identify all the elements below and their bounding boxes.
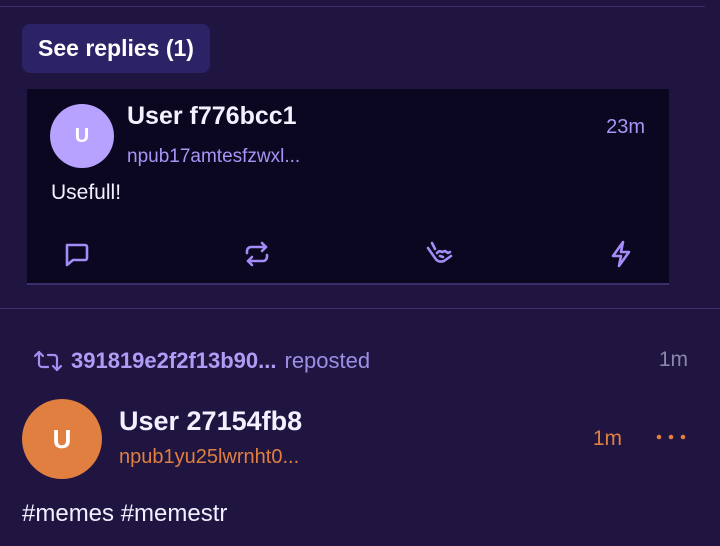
- divider: [0, 308, 720, 309]
- post-content: #memes #memestr: [22, 500, 228, 527]
- feed-page: See replies (1) U User f776bcc1 npub17am…: [0, 0, 720, 546]
- reposter-link[interactable]: 391819e2f2f13b90...: [71, 348, 277, 374]
- reply-content: Usefull!: [51, 181, 122, 204]
- repost-icon[interactable]: [242, 239, 272, 269]
- repost-label: reposted: [284, 348, 371, 373]
- repost-icon: [33, 348, 63, 374]
- repost-header: 391819e2f2f13b90... reposted: [33, 346, 370, 376]
- avatar[interactable]: U: [22, 399, 102, 479]
- see-replies-button[interactable]: See replies (1): [22, 24, 210, 73]
- reply-username[interactable]: User f776bcc1: [127, 102, 297, 131]
- reply-npub[interactable]: npub17amtesfzwxl...: [127, 146, 300, 168]
- divider: [0, 6, 705, 7]
- post-timestamp: 1m: [592, 427, 622, 450]
- reply-card: U User f776bcc1 npub17amtesfzwxl... 23m …: [27, 89, 669, 285]
- avatar-initial: U: [52, 423, 72, 454]
- avatar-initial: U: [74, 124, 90, 147]
- more-horizontal-icon[interactable]: [654, 425, 688, 449]
- shaka-reaction-icon[interactable]: [424, 239, 454, 269]
- reply-timestamp: 23m: [606, 116, 645, 138]
- comment-icon[interactable]: [61, 239, 91, 269]
- post-username[interactable]: User 27154fb8: [119, 406, 302, 437]
- post-npub[interactable]: npub1yu25lwrnht0...: [119, 446, 299, 469]
- repost-timestamp: 1m: [658, 348, 688, 371]
- zap-icon[interactable]: [606, 239, 636, 269]
- see-replies-label: See replies (1): [38, 35, 194, 61]
- avatar[interactable]: U: [50, 104, 114, 168]
